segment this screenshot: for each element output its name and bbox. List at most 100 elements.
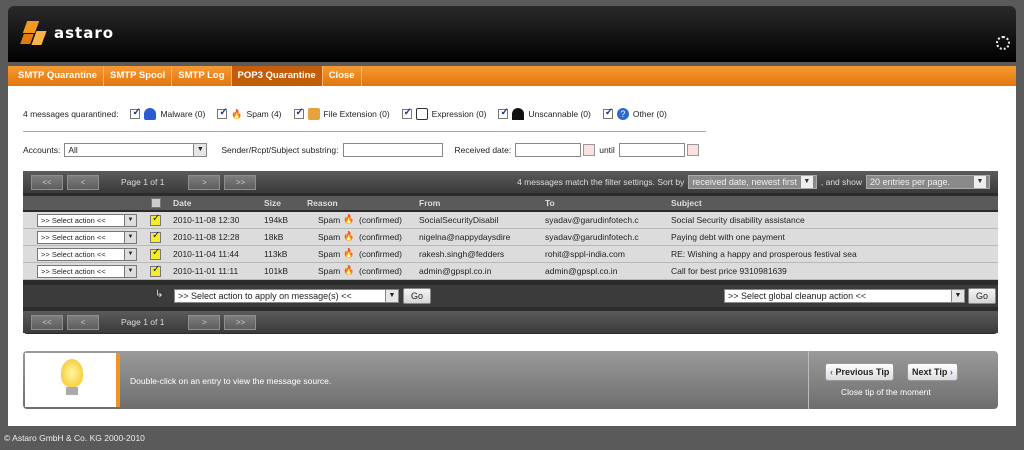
first-page-button[interactable]: <<: [31, 314, 63, 330]
accounts-label: Accounts:: [23, 145, 61, 155]
row-status: (confirmed): [359, 215, 402, 225]
spam-checkbox[interactable]: [217, 107, 228, 119]
flame-icon: 🔥: [343, 248, 355, 258]
file-extension-checkbox[interactable]: [293, 107, 304, 119]
chevron-down-icon: ▼: [974, 176, 986, 188]
row-checkbox[interactable]: [150, 230, 161, 243]
flame-icon: 🔥: [231, 108, 243, 119]
previous-tip-button[interactable]: ‹ Previous Tip: [825, 363, 895, 381]
calendar-icon[interactable]: [686, 144, 699, 156]
row-date: 2010-11-08 12:28: [173, 232, 240, 242]
calendar-icon[interactable]: [583, 144, 596, 156]
flame-icon: 🔥: [343, 214, 355, 224]
prev-page-button[interactable]: <: [67, 314, 99, 330]
first-page-button[interactable]: <<: [31, 174, 63, 190]
next-page-button[interactable]: >: [188, 314, 221, 330]
astaro-logo-icon: [20, 21, 47, 45]
accounts-select[interactable]: All ▼: [64, 143, 208, 157]
bulk-action-select[interactable]: >> Select action to apply on message(s) …: [174, 289, 399, 303]
loading-spinner-icon: [996, 36, 1010, 50]
chevron-down-icon: ▼: [124, 249, 136, 260]
malware-label: Malware (0): [160, 109, 206, 119]
other-checkbox[interactable]: [602, 107, 613, 119]
col-to[interactable]: To: [545, 198, 555, 208]
expression-checkbox[interactable]: [401, 107, 412, 119]
col-size[interactable]: Size: [264, 198, 281, 208]
chevron-down-icon: ▼: [124, 232, 136, 243]
select-all-checkbox[interactable]: [151, 198, 161, 208]
next-tip-button[interactable]: Next Tip ›: [907, 363, 958, 381]
received-date-until-input[interactable]: [618, 143, 685, 157]
until-label: until: [599, 145, 615, 155]
global-cleanup-value: >> Select global cleanup action <<: [728, 291, 867, 301]
unscannable-checkbox[interactable]: [498, 107, 509, 119]
row-from: nigelna@nappydaysdire: [419, 232, 511, 242]
row-date: 2010-11-08 12:30: [173, 215, 240, 225]
tab-pop3-quarantine[interactable]: POP3 Quarantine: [231, 66, 323, 86]
tab-smtp-log[interactable]: SMTP Log: [172, 66, 232, 86]
bottom-pager: << < Page 1 of 1 > >>: [23, 311, 998, 333]
malware-checkbox[interactable]: [130, 107, 141, 119]
col-subject[interactable]: Subject: [671, 198, 702, 208]
filter-file-extension: File Extension (0): [293, 107, 390, 120]
tip-of-the-moment: Double-click on an entry to view the mes…: [23, 351, 998, 409]
chevron-right-icon: ›: [949, 367, 953, 377]
page-indicator: Page 1 of 1: [121, 177, 165, 187]
col-from[interactable]: From: [419, 198, 440, 208]
received-date-from-input[interactable]: [515, 143, 582, 157]
chevron-down-icon: ▼: [193, 144, 207, 156]
table-row[interactable]: >> Select action <<▼ 2010-11-08 12:30 19…: [23, 212, 998, 229]
substring-input[interactable]: [342, 143, 443, 157]
last-page-button[interactable]: >>: [224, 174, 257, 190]
received-date-label: Received date:: [454, 145, 512, 155]
file-extension-label: File Extension (0): [323, 109, 390, 119]
table-row[interactable]: >> Select action <<▼ 2010-11-04 11:44 11…: [23, 246, 998, 263]
tip-text: Double-click on an entry to view the mes…: [130, 376, 332, 386]
row-size: 113kB: [264, 249, 288, 259]
tab-close[interactable]: Close: [323, 66, 362, 86]
row-subject: RE: Wishing a happy and prosperous festi…: [671, 249, 857, 259]
sort-select[interactable]: received date, newest first ▼: [688, 175, 817, 189]
chevron-down-icon: ▼: [800, 176, 813, 188]
expression-label: Expression (0): [431, 109, 487, 119]
row-checkbox[interactable]: [150, 213, 161, 226]
lightbulb-base: [66, 387, 78, 395]
row-checkbox[interactable]: [150, 247, 161, 260]
row-action-select[interactable]: >> Select action << ▼: [37, 231, 137, 244]
bulk-go-button[interactable]: Go: [403, 288, 431, 304]
row-reason: Spam: [318, 232, 341, 242]
table-row[interactable]: >> Select action <<▼ 2010-11-08 12:28 18…: [23, 229, 998, 246]
col-date[interactable]: Date: [173, 198, 191, 208]
divider: [23, 131, 706, 132]
chevron-down-icon: ▼: [124, 266, 136, 277]
help-icon: ?: [616, 108, 629, 120]
row-to: admin@gpspl.co.in: [545, 266, 618, 276]
row-size: 194kB: [264, 215, 289, 225]
filter-expression: Expression (0): [401, 107, 487, 120]
app-header: astaro: [8, 6, 1016, 62]
message-rows: >> Select action <<▼ 2010-11-08 12:30 19…: [23, 212, 998, 280]
tab-smtp-quarantine[interactable]: SMTP Quarantine: [12, 66, 105, 86]
flame-icon: 🔥: [343, 265, 355, 275]
page-size-select[interactable]: 20 entries per page. ▼: [866, 175, 990, 189]
last-page-button[interactable]: >>: [224, 314, 257, 330]
col-reason[interactable]: Reason: [307, 198, 338, 208]
table-row[interactable]: >> Select action <<▼ 2010-11-01 11:11 10…: [23, 263, 998, 280]
speech-bubble-icon: [415, 108, 428, 120]
chevron-left-icon: ‹: [830, 367, 833, 377]
row-action-select[interactable]: >> Select action << ▼: [37, 265, 137, 278]
global-go-button[interactable]: Go: [968, 288, 996, 304]
close-tip-link[interactable]: Close tip of the moment: [841, 387, 931, 397]
row-checkbox[interactable]: [150, 264, 161, 277]
bulk-action-bar: ↳ >> Select action to apply on message(s…: [23, 285, 998, 307]
malware-icon: [144, 108, 157, 120]
tab-smtp-spool[interactable]: SMTP Spool: [104, 66, 173, 86]
row-status: (confirmed): [359, 232, 402, 242]
copyright-footer: © Astaro GmbH & Co. KG 2000-2010: [4, 433, 145, 443]
global-cleanup-select[interactable]: >> Select global cleanup action << ▼: [724, 289, 965, 303]
row-to: syadav@garudinfotech.c: [545, 232, 639, 242]
row-action-select[interactable]: >> Select action << ▼: [37, 248, 137, 261]
row-action-select[interactable]: >> Select action << ▼: [37, 214, 137, 227]
prev-page-button[interactable]: <: [67, 174, 99, 190]
next-page-button[interactable]: >: [188, 174, 221, 190]
